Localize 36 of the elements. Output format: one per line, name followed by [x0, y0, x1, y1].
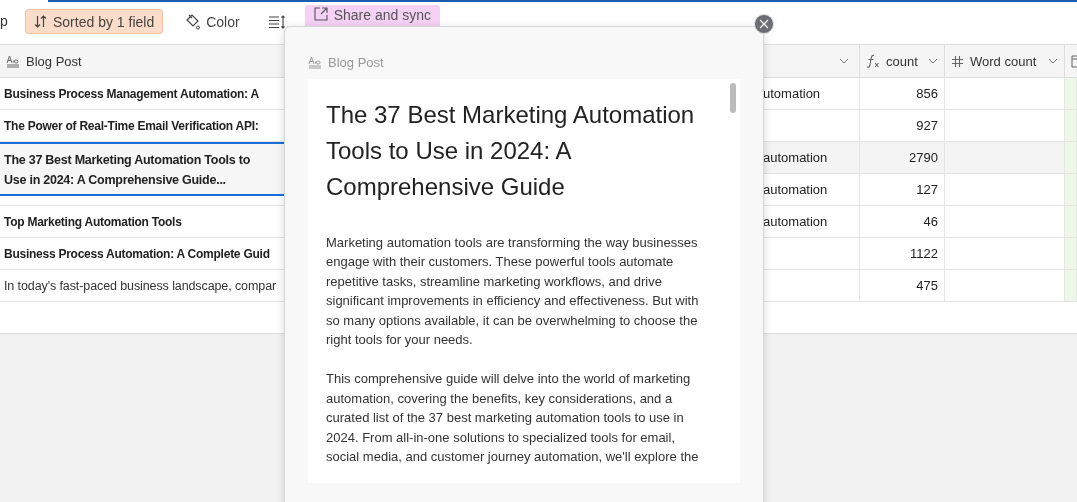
scrollbar[interactable] [730, 83, 736, 113]
color-button[interactable]: Color [175, 9, 249, 34]
column-title: Blog Post [26, 53, 82, 69]
table-cell: 856 [860, 78, 945, 109]
text-field-icon [6, 54, 20, 68]
close-icon [759, 19, 769, 29]
rich-text-field[interactable] [308, 79, 740, 483]
chevron-down-icon [928, 58, 938, 64]
row-height-icon [267, 14, 286, 29]
sort-icon [34, 15, 47, 28]
table-cell: 927 [860, 110, 945, 141]
toolbar-label[interactable]: p [0, 9, 25, 34]
close-button[interactable] [754, 14, 774, 34]
hash-icon [951, 54, 964, 68]
formula-icon [866, 54, 880, 68]
share-icon [313, 7, 328, 21]
chevron-down-icon [1048, 58, 1058, 64]
chevron-down-icon [839, 58, 849, 64]
column-title: count [886, 53, 918, 69]
table-cell: 2790 [860, 142, 945, 173]
calendar-icon [1071, 54, 1077, 68]
share-button[interactable]: Share and sync [304, 5, 440, 29]
text-field-icon [308, 55, 322, 69]
table-cell: 1122 [860, 238, 945, 269]
article-paragraph: Marketing automation tools are transforming the way businesses engage with their customers. These powerful tools automate repetitive tasks, streamline marketing workflows, and drive significant improvements in efficiency and effectiveness. But with so many options available, it can be overwhelming to choose the right tools for your needs. [326, 234, 700, 350]
article-paragraph: This comprehensive guide will delve into the world of marketing automation, covering the benefits, key considerations, and a curated list of the 37 best marketing automation tools to use in 2024. From all-in-one solutions to specialized tools for email, social media, and customer journey automation, we'll explore the [326, 370, 700, 467]
expanded-cell[interactable]: The 37 Best Marketing Automation Tools to Use in 2024: A Comprehensive Guide... [0, 142, 285, 196]
column-title: Word count [970, 53, 1037, 69]
table-cell: 475 [860, 270, 945, 301]
table-cell: 127 [860, 174, 945, 205]
column-header[interactable]: count [860, 45, 945, 77]
paint-bucket-icon [184, 13, 201, 30]
sort-button[interactable]: Sorted by 1 field [25, 9, 164, 34]
column-header[interactable]: Word count [945, 45, 1065, 77]
table-cell: 46 [860, 206, 945, 237]
field-label: Blog Post [328, 54, 384, 70]
